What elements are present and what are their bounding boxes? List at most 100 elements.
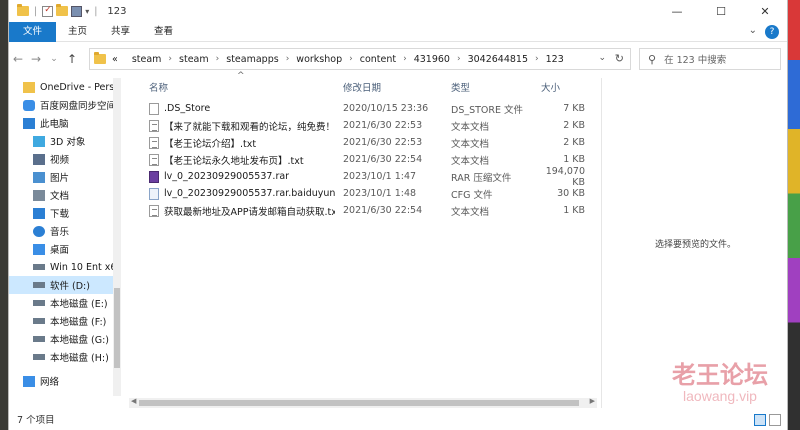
- address-bar[interactable]: « steam › steam › steamapps › workshop › con…: [89, 48, 631, 70]
- sidebar-item-drive-d[interactable]: 软件 (D:): [9, 276, 121, 294]
- file-row[interactable]: 【老王论坛介绍】.txt 2021/6/30 22:53 文本文档 2 KB: [137, 134, 597, 151]
- details-view-icon[interactable]: [754, 414, 766, 426]
- documents-icon: [33, 189, 45, 201]
- sidebar-item-downloads[interactable]: 下载: [9, 204, 121, 222]
- sidebar-item-3d-objects[interactable]: 3D 对象: [9, 132, 121, 150]
- text-file-icon: [149, 204, 159, 217]
- file-row[interactable]: 【来了就能下载和观看的论坛，纯免费！... 2021/6/30 22:53 文本…: [137, 117, 597, 134]
- drive-icon: [33, 354, 45, 360]
- column-name[interactable]: 名称: [137, 80, 335, 94]
- minimize-button[interactable]: —: [655, 0, 699, 22]
- expand-ribbon-icon[interactable]: ⌄: [749, 25, 757, 39]
- breadcrumb-steamapps[interactable]: steamapps: [226, 54, 278, 65]
- status-bar: 7 个项目: [9, 408, 787, 430]
- sidebar-item-documents[interactable]: 文档: [9, 186, 121, 204]
- desktop-icon: [33, 243, 45, 255]
- sidebar-item-baidu-netdisk[interactable]: 百度网盘同步空间: [9, 96, 121, 114]
- sidebar-item-network[interactable]: 网络: [9, 372, 121, 390]
- title-bar: | ▾ | 123 — ☐ ✕: [9, 0, 787, 22]
- folder-icon: [17, 4, 29, 16]
- 3d-objects-icon: [33, 135, 45, 147]
- file-row[interactable]: .DS_Store 2020/10/15 23:36 DS_STORE 文件 7…: [137, 100, 597, 117]
- large-icons-view-icon[interactable]: [769, 414, 781, 426]
- search-box[interactable]: ⚲ 在 123 中搜索: [639, 48, 781, 70]
- rename-icon[interactable]: [71, 5, 83, 17]
- close-button[interactable]: ✕: [743, 0, 787, 22]
- sidebar-item-pictures[interactable]: 图片: [9, 168, 121, 186]
- file-list-horizontal-scrollbar[interactable]: ◀ ▶: [129, 397, 597, 408]
- tab-home[interactable]: 主页: [56, 22, 99, 42]
- ribbon-tabs: 文件 主页 共享 查看 ⌄ ?: [9, 21, 787, 42]
- breadcrumb-workshop[interactable]: workshop: [296, 54, 342, 65]
- tab-file[interactable]: 文件: [9, 21, 57, 42]
- cfg-file-icon: [149, 187, 159, 200]
- sidebar-item-drive-g[interactable]: 本地磁盘 (G:): [9, 330, 121, 348]
- file-row[interactable]: 【老王论坛永久地址发布页】.txt 2021/6/30 22:54 文本文档 1…: [137, 151, 597, 168]
- window-title: 123: [107, 5, 127, 17]
- search-icon: ⚲: [648, 52, 657, 66]
- pictures-icon: [33, 171, 45, 183]
- address-dropdown-icon[interactable]: ⌄: [598, 53, 606, 63]
- file-row[interactable]: lv_0_20230929005537.rar.baiduyun.u... 20…: [137, 185, 597, 202]
- preview-empty-message: 选择要预览的文件。: [654, 239, 736, 250]
- network-icon: [23, 375, 35, 387]
- sidebar-item-drive-h[interactable]: 本地磁盘 (H:): [9, 348, 121, 366]
- text-file-icon: [149, 136, 159, 149]
- maximize-button[interactable]: ☐: [699, 0, 743, 22]
- breadcrumb-content[interactable]: content: [360, 54, 396, 65]
- drive-icon: [33, 336, 45, 342]
- sidebar-item-music[interactable]: 音乐: [9, 222, 121, 240]
- text-file-icon: [149, 153, 159, 166]
- sidebar-item-onedrive[interactable]: OneDrive - Perso: [9, 78, 121, 96]
- breadcrumb-steam[interactable]: steam: [179, 54, 209, 65]
- this-pc-icon: [23, 117, 35, 129]
- sidebar-item-drive-f[interactable]: 本地磁盘 (F:): [9, 312, 121, 330]
- customize-toolbar-icon[interactable]: ▾: [85, 7, 89, 16]
- drive-icon: [33, 318, 45, 324]
- file-list: ^ 名称 修改日期 类型 大小 .DS_Store 2020/10/15 23:…: [137, 71, 597, 400]
- sidebar-scrollbar[interactable]: [113, 78, 121, 396]
- watermark-title: 老王论坛: [672, 360, 768, 389]
- watermark-url: laowang.vip: [683, 388, 757, 404]
- sidebar-item-this-pc[interactable]: 此电脑: [9, 114, 121, 132]
- column-date[interactable]: 修改日期: [335, 80, 443, 94]
- tab-share[interactable]: 共享: [99, 22, 142, 42]
- drive-icon: [33, 300, 45, 306]
- up-button[interactable]: ↑: [63, 52, 81, 66]
- onedrive-folder-icon: [23, 81, 35, 93]
- tab-view[interactable]: 查看: [142, 22, 185, 42]
- sidebar-scroll-thumb[interactable]: [114, 288, 120, 368]
- help-icon[interactable]: ?: [765, 25, 779, 39]
- breadcrumb-3042644815[interactable]: 3042644815: [468, 54, 528, 65]
- breadcrumb-123[interactable]: 123: [546, 54, 564, 65]
- scroll-right-icon[interactable]: ▶: [590, 397, 595, 405]
- recent-locations-button[interactable]: ⌄: [45, 54, 63, 64]
- properties-check-icon[interactable]: [42, 5, 54, 17]
- column-size[interactable]: 大小: [533, 80, 589, 94]
- sidebar-item-drive-e[interactable]: 本地磁盘 (E:): [9, 294, 121, 312]
- breadcrumb-431960[interactable]: 431960: [414, 54, 450, 65]
- search-placeholder: 在 123 中搜索: [664, 55, 727, 66]
- column-type[interactable]: 类型: [443, 80, 533, 94]
- drive-c-icon: [33, 264, 45, 270]
- preview-pane: 选择要预览的文件。: [602, 78, 789, 408]
- breadcrumb-steam[interactable]: steam: [132, 54, 162, 65]
- file-row[interactable]: lv_0_20230929005537.rar 2023/10/1 1:47 R…: [137, 166, 597, 188]
- file-row[interactable]: 获取最新地址及APP请发邮箱自动获取.txt 2021/6/30 22:54 文…: [137, 202, 597, 219]
- sidebar-item-videos[interactable]: 视频: [9, 150, 121, 168]
- text-file-icon: [149, 119, 159, 132]
- sidebar-item-drive-c[interactable]: Win 10 Ent x64: [9, 258, 121, 276]
- refresh-icon[interactable]: ↻: [615, 52, 624, 65]
- sidebar-item-desktop[interactable]: 桌面: [9, 240, 121, 258]
- music-icon: [33, 225, 45, 237]
- desktop-background-left: [0, 0, 8, 430]
- forward-button[interactable]: →: [27, 52, 45, 66]
- navigation-pane: OneDrive - Perso 百度网盘同步空间 此电脑 3D 对象 视频 图…: [9, 78, 121, 396]
- quick-access-toolbar: | ▾ |: [9, 4, 99, 17]
- scroll-left-icon[interactable]: ◀: [131, 397, 136, 405]
- sort-ascending-icon: ^: [237, 71, 245, 81]
- new-folder-icon[interactable]: [56, 4, 69, 16]
- item-count: 7 个项目: [17, 415, 55, 426]
- back-button[interactable]: ←: [9, 52, 27, 66]
- horizontal-scroll-thumb[interactable]: [139, 400, 579, 406]
